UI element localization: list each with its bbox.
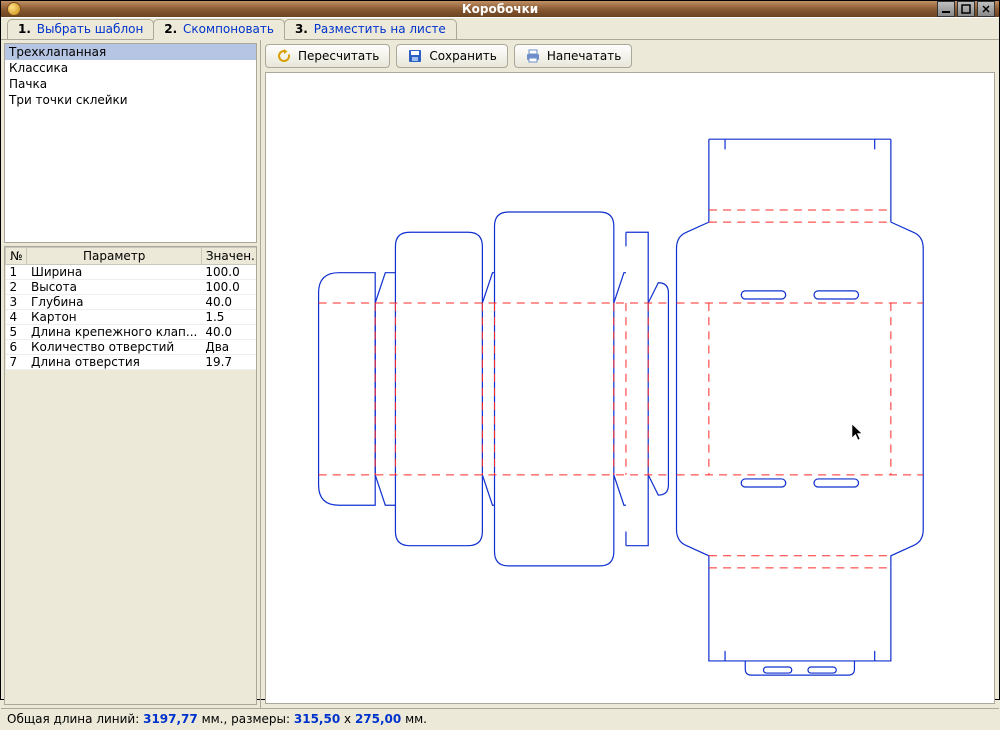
printer-icon (525, 48, 541, 64)
minimize-button[interactable] (937, 1, 955, 17)
template-list[interactable]: Трехклапанная Классика Пачка Три точки с… (4, 43, 257, 243)
col-num[interactable]: № (6, 248, 27, 265)
row-value[interactable]: 40.0 (201, 325, 257, 340)
row-value[interactable]: Два (201, 340, 257, 355)
row-num: 6 (6, 340, 27, 355)
title-bar: Коробочки (1, 1, 999, 17)
tab-num: 3. (295, 22, 308, 36)
save-icon (407, 48, 423, 64)
size-height: 275,00 (355, 712, 401, 726)
print-button[interactable]: Напечатать (514, 44, 632, 68)
save-button[interactable]: Сохранить (396, 44, 508, 68)
row-num: 2 (6, 280, 27, 295)
row-value[interactable]: 40.0 (201, 295, 257, 310)
window-title: Коробочки (1, 2, 999, 16)
row-value[interactable]: 100.0 (201, 265, 257, 280)
row-name: Длина крепежного клап... (27, 325, 201, 340)
table-row[interactable]: 7Длина отверстия19.7 (6, 355, 258, 370)
tab-layout-sheet[interactable]: 3. Разместить на листе (284, 19, 457, 39)
button-label: Напечатать (547, 49, 621, 63)
table-row[interactable]: 5Длина крепежного клап...40.0 (6, 325, 258, 340)
row-name: Ширина (27, 265, 201, 280)
total-length: 3197,77 (143, 712, 198, 726)
tab-choose-template[interactable]: 1. Выбрать шаблон (7, 19, 154, 39)
table-row[interactable]: 2Высота100.0 (6, 280, 258, 295)
status-bar: Общая длина линий: 3197,77 мм., размеры:… (1, 708, 999, 730)
table-row[interactable]: 1Ширина100.0 (6, 265, 258, 280)
parameter-panel: № Параметр Значен... 1Ширина100.02Высота… (4, 246, 257, 705)
row-name: Высота (27, 280, 201, 295)
close-button[interactable] (977, 1, 995, 17)
tab-label: Выбрать шаблон (37, 22, 144, 36)
row-num: 1 (6, 265, 27, 280)
tab-compose[interactable]: 2. Скомпоновать (153, 19, 285, 40)
table-row[interactable]: 6Количество отверстийДва (6, 340, 258, 355)
tab-num: 1. (18, 22, 31, 36)
status-text: Общая длина линий: 3197,77 мм., размеры:… (7, 712, 427, 726)
table-row[interactable]: 3Глубина40.0 (6, 295, 258, 310)
left-panel: Трехклапанная Классика Пачка Три точки с… (1, 40, 261, 708)
list-item[interactable]: Пачка (5, 76, 256, 92)
button-label: Сохранить (429, 49, 497, 63)
window-controls (937, 1, 999, 17)
table-row[interactable]: 4Картон1.5 (6, 310, 258, 325)
row-value[interactable]: 100.0 (201, 280, 257, 295)
client-area: 1. Выбрать шаблон 2. Скомпоновать 3. Раз… (1, 17, 999, 730)
parameter-table[interactable]: № Параметр Значен... 1Ширина100.02Высота… (5, 247, 257, 370)
list-item[interactable]: Трехклапанная (5, 44, 256, 60)
app-window: Коробочки 1. Выбрать шаблон 2. Скомпонов… (0, 0, 1000, 700)
recalculate-button[interactable]: Пересчитать (265, 44, 390, 68)
row-name: Длина отверстия (27, 355, 201, 370)
size-width: 315,50 (294, 712, 340, 726)
col-value[interactable]: Значен... (201, 248, 257, 265)
tab-num: 2. (164, 22, 177, 36)
row-num: 7 (6, 355, 27, 370)
row-name: Количество отверстий (27, 340, 201, 355)
tab-bar: 1. Выбрать шаблон 2. Скомпоновать 3. Раз… (1, 18, 999, 40)
toolbar: Пересчитать Сохранить Напечатать (265, 44, 995, 68)
tab-label: Скомпоновать (183, 22, 274, 36)
maximize-button[interactable] (957, 1, 975, 17)
row-num: 4 (6, 310, 27, 325)
row-value[interactable]: 19.7 (201, 355, 257, 370)
row-num: 3 (6, 295, 27, 310)
col-name[interactable]: Параметр (27, 248, 201, 265)
refresh-icon (276, 48, 292, 64)
list-item[interactable]: Классика (5, 60, 256, 76)
right-panel: Пересчитать Сохранить Напечатать (261, 40, 999, 708)
main-body: Трехклапанная Классика Пачка Три точки с… (1, 40, 999, 708)
list-item[interactable]: Три точки склейки (5, 92, 256, 108)
row-value[interactable]: 1.5 (201, 310, 257, 325)
row-name: Картон (27, 310, 201, 325)
button-label: Пересчитать (298, 49, 379, 63)
row-num: 5 (6, 325, 27, 340)
tab-label: Разместить на листе (314, 22, 446, 36)
drawing-canvas[interactable] (265, 72, 995, 704)
row-name: Глубина (27, 295, 201, 310)
app-icon (7, 2, 21, 16)
box-drawing (266, 73, 994, 703)
